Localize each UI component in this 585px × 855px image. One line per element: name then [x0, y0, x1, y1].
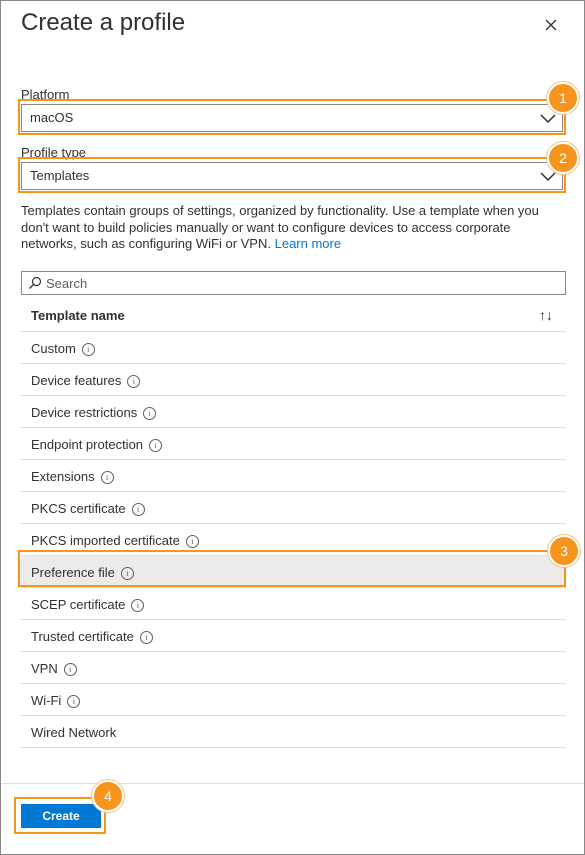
table-row[interactable]: Device features i: [21, 364, 566, 396]
template-name-text: Preference file: [31, 565, 115, 580]
table-row[interactable]: Trusted certificate i: [21, 620, 566, 652]
template-name-text: Device features: [31, 373, 122, 388]
platform-label: Platform: [21, 87, 70, 102]
table-row[interactable]: Preference file i: [21, 556, 566, 588]
info-icon[interactable]: i: [149, 439, 163, 452]
template-name: Custom i: [31, 341, 95, 356]
table-row[interactable]: Wired Network: [21, 716, 566, 748]
template-name: VPN i: [31, 661, 77, 676]
info-icon[interactable]: i: [120, 567, 134, 580]
template-name: Device features i: [31, 373, 141, 388]
sort-icon[interactable]: ↑↓: [539, 307, 553, 323]
search-input[interactable]: [46, 274, 546, 292]
template-name: PKCS imported certificate i: [31, 533, 199, 548]
table-row[interactable]: Wi-Fi i: [21, 684, 566, 716]
close-icon[interactable]: [541, 15, 561, 35]
profile-type-label: Profile type: [21, 145, 87, 160]
search-box[interactable]: [21, 271, 566, 295]
table-row[interactable]: VPN i: [21, 652, 566, 684]
template-name: Trusted certificate i: [31, 629, 153, 644]
template-name-text: PKCS imported certificate: [31, 533, 180, 548]
info-icon[interactable]: i: [143, 407, 157, 420]
template-name: Wi-Fi i: [31, 693, 81, 708]
template-name: Extensions i: [31, 469, 114, 484]
table-header: Template name ↑↓: [21, 299, 566, 332]
table-row[interactable]: Endpoint protection i: [21, 428, 566, 460]
template-name-text: Wi-Fi: [31, 693, 62, 708]
profile-type-dropdown[interactable]: Templates: [21, 162, 563, 190]
learn-more-link[interactable]: Learn more: [275, 236, 341, 251]
template-name-text: Device restrictions: [31, 405, 138, 420]
callout-badge-2: 2: [547, 142, 579, 174]
page-title: Create a profile: [21, 9, 186, 36]
template-name-text: PKCS certificate: [31, 501, 126, 516]
chevron-down-icon: [540, 172, 556, 182]
info-icon[interactable]: i: [100, 471, 114, 484]
chevron-down-icon: [540, 114, 556, 124]
column-template-name[interactable]: Template name: [31, 308, 125, 323]
template-name: SCEP certificate i: [31, 597, 145, 612]
template-list: Custom i Device features i Device restrictio…: [21, 332, 566, 748]
callout-badge-4: 4: [92, 780, 124, 812]
table-row[interactable]: SCEP certificate i: [21, 588, 566, 620]
template-name-text: Extensions: [31, 469, 95, 484]
template-name: PKCS certificate i: [31, 501, 145, 516]
table-row[interactable]: Device restrictions i: [21, 396, 566, 428]
template-name-text: SCEP certificate: [31, 597, 126, 612]
create-button[interactable]: Create: [21, 804, 101, 828]
info-icon[interactable]: i: [67, 695, 81, 708]
template-name-text: Endpoint protection: [31, 437, 144, 452]
callout-badge-1: 1: [547, 82, 579, 114]
info-icon[interactable]: i: [131, 599, 145, 612]
platform-value: macOS: [30, 110, 74, 125]
template-name-text: Wired Network: [31, 725, 117, 740]
template-description: Templates contain groups of settings, or…: [21, 203, 551, 253]
template-name: Endpoint protection i: [31, 437, 163, 452]
template-name: Preference file i: [31, 565, 134, 580]
template-name-text: VPN: [31, 661, 58, 676]
callout-badge-3: 3: [548, 535, 580, 567]
template-name: Device restrictions i: [31, 405, 157, 420]
info-icon[interactable]: i: [63, 663, 77, 676]
info-icon[interactable]: i: [127, 375, 141, 388]
info-icon[interactable]: i: [139, 631, 153, 644]
info-icon[interactable]: i: [131, 503, 145, 516]
info-icon[interactable]: i: [185, 535, 199, 548]
profile-type-value: Templates: [30, 168, 90, 183]
search-icon: [29, 276, 42, 289]
create-profile-panel: Create a profile Platform macOS Profile …: [0, 0, 585, 855]
table-row[interactable]: Extensions i: [21, 460, 566, 492]
platform-dropdown[interactable]: macOS: [21, 104, 563, 132]
table-row[interactable]: Custom i: [21, 332, 566, 364]
footer-divider: [1, 783, 584, 784]
template-name: Wired Network: [31, 725, 116, 740]
info-icon[interactable]: i: [81, 343, 95, 356]
template-name-text: Trusted certificate: [31, 629, 134, 644]
table-row[interactable]: PKCS imported certificate i: [21, 524, 566, 556]
table-row[interactable]: PKCS certificate i: [21, 492, 566, 524]
template-name-text: Custom: [31, 341, 76, 356]
